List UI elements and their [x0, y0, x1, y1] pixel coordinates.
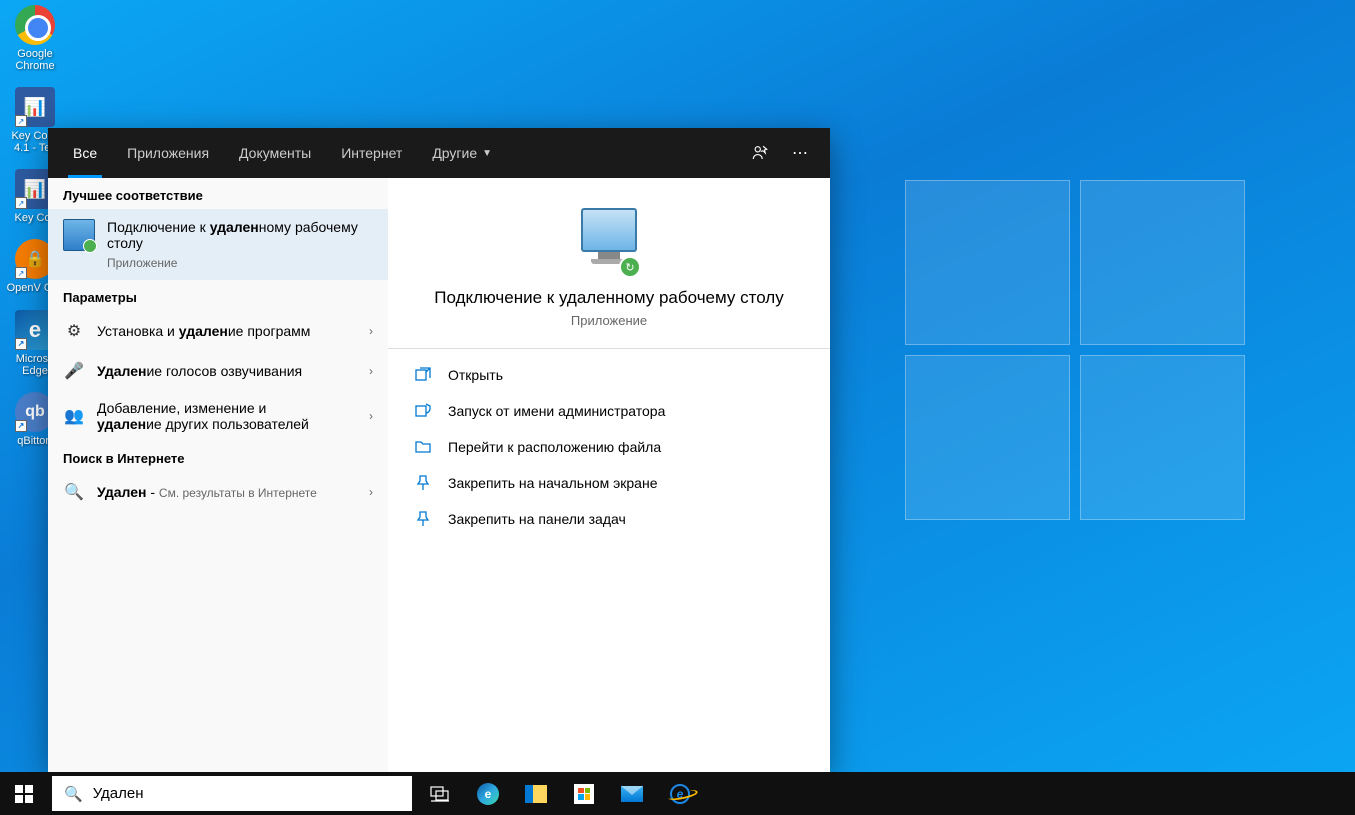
- action-open[interactable]: Открыть: [388, 357, 830, 393]
- tab-label: Другие: [432, 145, 477, 161]
- preview-subtitle: Приложение: [408, 313, 810, 328]
- tab-apps[interactable]: Приложения: [112, 128, 224, 178]
- folder-icon: [413, 439, 433, 455]
- tab-label: Приложения: [127, 145, 209, 161]
- search-icon: 🔍: [63, 481, 85, 503]
- taskbar: 🔍 e e: [0, 772, 1355, 815]
- web-search-item[interactable]: 🔍 Удален - См. результаты в Интернете ›: [48, 472, 388, 512]
- taskbar-search-box[interactable]: 🔍: [52, 776, 412, 811]
- remote-desktop-icon: [63, 219, 95, 251]
- tab-label: Интернет: [341, 145, 402, 161]
- windows-icon: [15, 785, 33, 803]
- best-match-title: Подключение к удаленному рабочему столу: [107, 219, 373, 251]
- action-open-file-location[interactable]: Перейти к расположению файла: [388, 429, 830, 465]
- more-options-icon[interactable]: ⋯: [780, 133, 820, 173]
- action-pin-taskbar[interactable]: Закрепить на панели задач: [388, 501, 830, 537]
- settings-item-uninstall-programs[interactable]: ⚙ Установка и удаление программ ›: [48, 311, 388, 351]
- tab-internet[interactable]: Интернет: [326, 128, 417, 178]
- pin-icon: [413, 475, 433, 491]
- ie-icon: e: [670, 784, 690, 804]
- chevron-right-icon: ›: [369, 409, 373, 423]
- edge-icon: e: [477, 783, 499, 805]
- settings-item-text: Установка и удаление программ: [97, 323, 369, 339]
- search-icon: 🔍: [64, 785, 83, 803]
- tab-more[interactable]: Другие ▼: [417, 128, 507, 178]
- search-results-panel: Все Приложения Документы Интернет Другие…: [48, 128, 830, 772]
- chevron-down-icon: ▼: [482, 148, 492, 159]
- task-view-button[interactable]: [416, 772, 464, 815]
- taskbar-app-store[interactable]: [560, 772, 608, 815]
- feedback-icon[interactable]: [740, 133, 780, 173]
- preview-actions-list: Открыть Запуск от имени администратора П…: [388, 348, 830, 545]
- action-label: Закрепить на начальном экране: [448, 475, 658, 491]
- taskbar-app-explorer[interactable]: [512, 772, 560, 815]
- open-icon: [413, 367, 433, 383]
- tab-all[interactable]: Все: [58, 128, 112, 178]
- chrome-icon: [15, 5, 55, 45]
- microphone-icon: 🎤: [63, 360, 85, 382]
- pin-icon: [413, 511, 433, 527]
- desktop-icon-label: Google Chrome: [5, 48, 65, 72]
- search-panel-header: Все Приложения Документы Интернет Другие…: [48, 128, 830, 178]
- action-label: Запуск от имени администратора: [448, 403, 665, 419]
- action-run-as-admin[interactable]: Запуск от имени администратора: [388, 393, 830, 429]
- taskbar-app-ie[interactable]: e: [656, 772, 704, 815]
- search-input[interactable]: [93, 785, 400, 802]
- best-match-subtitle: Приложение: [107, 256, 373, 270]
- action-label: Закрепить на панели задач: [448, 511, 626, 527]
- settings-item-manage-users[interactable]: 👥 Добавление, изменение и удаление други…: [48, 391, 388, 441]
- taskbar-app-mail[interactable]: [608, 772, 656, 815]
- desktop-icon-chrome[interactable]: Google Chrome: [5, 5, 65, 72]
- section-web-title: Поиск в Интернете: [48, 441, 388, 472]
- section-best-match-title: Лучшее соответствие: [48, 178, 388, 209]
- taskbar-app-edge[interactable]: e: [464, 772, 512, 815]
- chevron-right-icon: ›: [369, 324, 373, 338]
- preview-title: Подключение к удаленному рабочему столу: [408, 287, 810, 309]
- chevron-right-icon: ›: [369, 485, 373, 499]
- tab-documents[interactable]: Документы: [224, 128, 326, 178]
- best-match-item[interactable]: Подключение к удаленному рабочему столу …: [48, 209, 388, 280]
- mail-icon: [621, 786, 643, 802]
- web-item-text: Удален - См. результаты в Интернете: [97, 484, 369, 500]
- action-label: Открыть: [448, 367, 503, 383]
- chevron-right-icon: ›: [369, 364, 373, 378]
- action-pin-start[interactable]: Закрепить на начальном экране: [388, 465, 830, 501]
- users-icon: 👥: [63, 405, 85, 427]
- app-icon: 📊↗: [15, 87, 55, 127]
- section-settings-title: Параметры: [48, 280, 388, 311]
- tab-label: Все: [73, 145, 97, 161]
- settings-item-remove-voices[interactable]: 🎤 Удаление голосов озвучивания ›: [48, 351, 388, 391]
- file-explorer-icon: [525, 785, 547, 803]
- action-label: Перейти к расположению файла: [448, 439, 661, 455]
- gear-icon: ⚙: [63, 320, 85, 342]
- settings-item-text: Удаление голосов озвучивания: [97, 363, 369, 379]
- task-view-icon: [430, 786, 450, 802]
- remote-desktop-large-icon: ↻: [577, 208, 641, 272]
- search-results-list: Лучшее соответствие Подключение к удален…: [48, 178, 388, 772]
- windows-logo-wallpaper: [905, 180, 1255, 530]
- settings-item-text: Добавление, изменение и удаление других …: [97, 400, 369, 432]
- shield-icon: [413, 403, 433, 419]
- search-preview-pane: ↻ Подключение к удаленному рабочему стол…: [388, 178, 830, 772]
- start-button[interactable]: [0, 772, 48, 815]
- store-icon: [574, 784, 594, 804]
- tab-label: Документы: [239, 145, 311, 161]
